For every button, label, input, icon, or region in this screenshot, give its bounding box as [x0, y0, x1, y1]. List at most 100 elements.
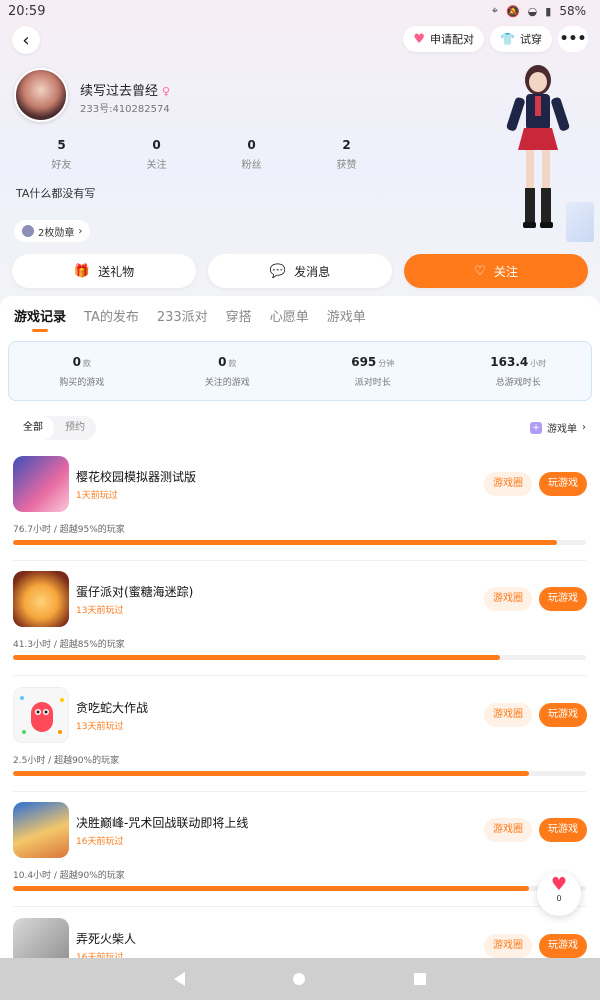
snake-icon [20, 696, 64, 734]
stat-following[interactable]: 0 关注 [109, 138, 204, 171]
header-actions: ♥ 申请配对 👕 试穿 ••• [403, 26, 588, 52]
match-button[interactable]: ♥ 申请配对 [403, 26, 485, 52]
stat-friends[interactable]: 5 好友 [14, 138, 109, 171]
play-game-button[interactable]: 玩游戏 [539, 703, 587, 727]
send-message-button[interactable]: 💬 发消息 [208, 254, 392, 288]
playtime-progress-fill [13, 886, 529, 891]
playtime-progress-fill [13, 540, 558, 545]
tab-wishlist[interactable]: 心愿单 [270, 306, 309, 325]
game-last-played: 13天前玩过 [76, 722, 124, 732]
heart-icon: ♥ [413, 31, 426, 47]
tab-game-lists[interactable]: 游戏单 [327, 306, 366, 325]
gamelist-link-label: 游戏单 [547, 424, 577, 435]
summary-label: 关注的游戏 [204, 378, 250, 388]
game-circle-button[interactable]: 游戏圈 [484, 934, 532, 958]
follow-button[interactable]: ♡ 关注 [404, 254, 588, 288]
nav-home-icon[interactable] [293, 973, 306, 985]
decoration-cube [566, 202, 594, 242]
gamelist-link[interactable]: + 游戏单 › [530, 420, 586, 435]
wifi-icon: ◒ [527, 4, 538, 18]
playtime-progress-bar [13, 655, 586, 660]
profile-bio: TA什么都没有写 [16, 187, 96, 200]
profile-tabs: 游戏记录 TA的发布 233派对 穿搭 心愿单 游戏单 [14, 306, 366, 332]
stat-value: 5 [57, 138, 66, 152]
tab-party[interactable]: 233派对 [157, 306, 208, 325]
chevron-right-icon: › [78, 225, 83, 237]
game-circle-button[interactable]: 游戏圈 [484, 472, 532, 496]
game-circle-button[interactable]: 游戏圈 [484, 587, 532, 611]
floating-like-button[interactable]: ♥ 0 [537, 872, 581, 916]
tryon-button-label: 试穿 [520, 33, 542, 46]
gamelist-icon: + [530, 421, 542, 434]
game-name: 贪吃蛇大作战 [76, 701, 149, 715]
nickname-text: 续写过去曾经 [80, 84, 159, 99]
send-gift-label: 送礼物 [98, 264, 135, 279]
status-icons: ⌖ 🔕 ◒ ▮ 58% [492, 4, 586, 18]
game-circle-button[interactable]: 游戏圈 [484, 818, 532, 842]
badge-chip[interactable]: 2枚勋章 › [14, 220, 91, 242]
game-playtime: 2.5小时 / 超越90%的玩家 [13, 756, 120, 766]
medal-icon [22, 225, 34, 237]
location-icon: ⌖ [491, 4, 498, 17]
send-gift-button[interactable]: 🎁 送礼物 [12, 254, 196, 288]
more-button[interactable]: ••• [558, 26, 588, 52]
nickname: 续写过去曾经 ♀ [80, 80, 170, 99]
play-game-button[interactable]: 玩游戏 [539, 587, 587, 611]
game-playtime: 10.4小时 / 超越90%的玩家 [13, 871, 125, 881]
game-row[interactable]: 蛋仔派对(蜜糖海迷踪) 13天前玩过 游戏圈 玩游戏 41.3小时 / 超越85… [0, 571, 600, 686]
game-icon-sakura [13, 456, 69, 512]
stat-label: 关注 [146, 160, 167, 171]
row-divider [13, 906, 586, 907]
summary-followed: 0款 关注的游戏 [155, 342, 301, 400]
battery-icon: ▮ [545, 4, 552, 18]
game-row[interactable]: 贪吃蛇大作战 13天前玩过 游戏圈 玩游戏 2.5小时 / 超越90%的玩家 [0, 687, 600, 802]
playtime-progress-bar [13, 540, 586, 545]
summary-value: 163.4 [490, 355, 529, 369]
chevron-right-icon: › [582, 422, 586, 433]
avatar[interactable] [14, 68, 68, 122]
stat-label: 粉丝 [241, 160, 262, 171]
tab-game-records[interactable]: 游戏记录 [14, 306, 66, 332]
summary-value: 0 [72, 355, 81, 369]
tryon-button[interactable]: 👕 试穿 [490, 26, 552, 52]
battery-level: 58% [559, 4, 586, 18]
summary-unit: 小时 [530, 359, 547, 368]
stat-likes[interactable]: 2 获赞 [299, 138, 394, 171]
stat-fans[interactable]: 0 粉丝 [204, 138, 299, 171]
summary-value: 0 [218, 355, 227, 369]
profile-stats: 5 好友 0 关注 0 粉丝 2 获赞 [14, 138, 394, 171]
game-row[interactable]: 决胜巅峰-咒术回战联动即将上线 16天前玩过 游戏圈 玩游戏 10.4小时 / … [0, 802, 600, 917]
play-game-button[interactable]: 玩游戏 [539, 818, 587, 842]
system-navigation-bar [0, 958, 600, 1000]
game-circle-button[interactable]: 游戏圈 [484, 703, 532, 727]
stat-label: 获赞 [336, 160, 357, 171]
game-last-played: 1天前玩过 [76, 491, 118, 501]
back-button[interactable]: ‹ [12, 26, 40, 54]
tab-posts[interactable]: TA的发布 [84, 306, 139, 325]
follow-heart-icon: ♡ [474, 263, 486, 279]
summary-unit: 款 [228, 359, 237, 368]
game-icon-eggy-party [13, 571, 69, 627]
play-game-button[interactable]: 玩游戏 [539, 934, 587, 958]
nav-recents-icon[interactable] [413, 973, 426, 985]
tab-outfits[interactable]: 穿搭 [226, 306, 252, 325]
summary-label: 派对时长 [354, 378, 391, 388]
stat-value: 0 [152, 138, 161, 152]
stat-value: 0 [247, 138, 256, 152]
game-playtime: 76.7小时 / 超越95%的玩家 [13, 525, 125, 535]
playtime-progress-bar [13, 771, 586, 776]
game-row[interactable]: 弄死火柴人 16天前玩过 游戏圈 玩游戏 [0, 918, 600, 958]
game-row[interactable]: 樱花校园模拟器测试版 1天前玩过 游戏圈 玩游戏 76.7小时 / 超越95%的… [0, 456, 600, 571]
playtime-progress-fill [13, 771, 529, 776]
summary-label: 总游戏时长 [495, 378, 541, 388]
nav-back-icon[interactable] [174, 972, 186, 986]
filter-all[interactable]: 全部 [12, 416, 54, 440]
shirt-icon: 👕 [500, 32, 515, 46]
record-filter: 全部 预约 [12, 416, 96, 440]
follow-label: 关注 [493, 264, 518, 279]
game-summary: 0款 购买的游戏 0款 关注的游戏 695 分钟 派对时长 163.4 小时 总游戏… [8, 341, 592, 401]
game-name: 决胜巅峰-咒术回战联动即将上线 [76, 816, 249, 830]
filter-reserve[interactable]: 预约 [54, 416, 96, 440]
play-game-button[interactable]: 玩游戏 [539, 472, 587, 496]
summary-unit: 款 [82, 359, 91, 368]
